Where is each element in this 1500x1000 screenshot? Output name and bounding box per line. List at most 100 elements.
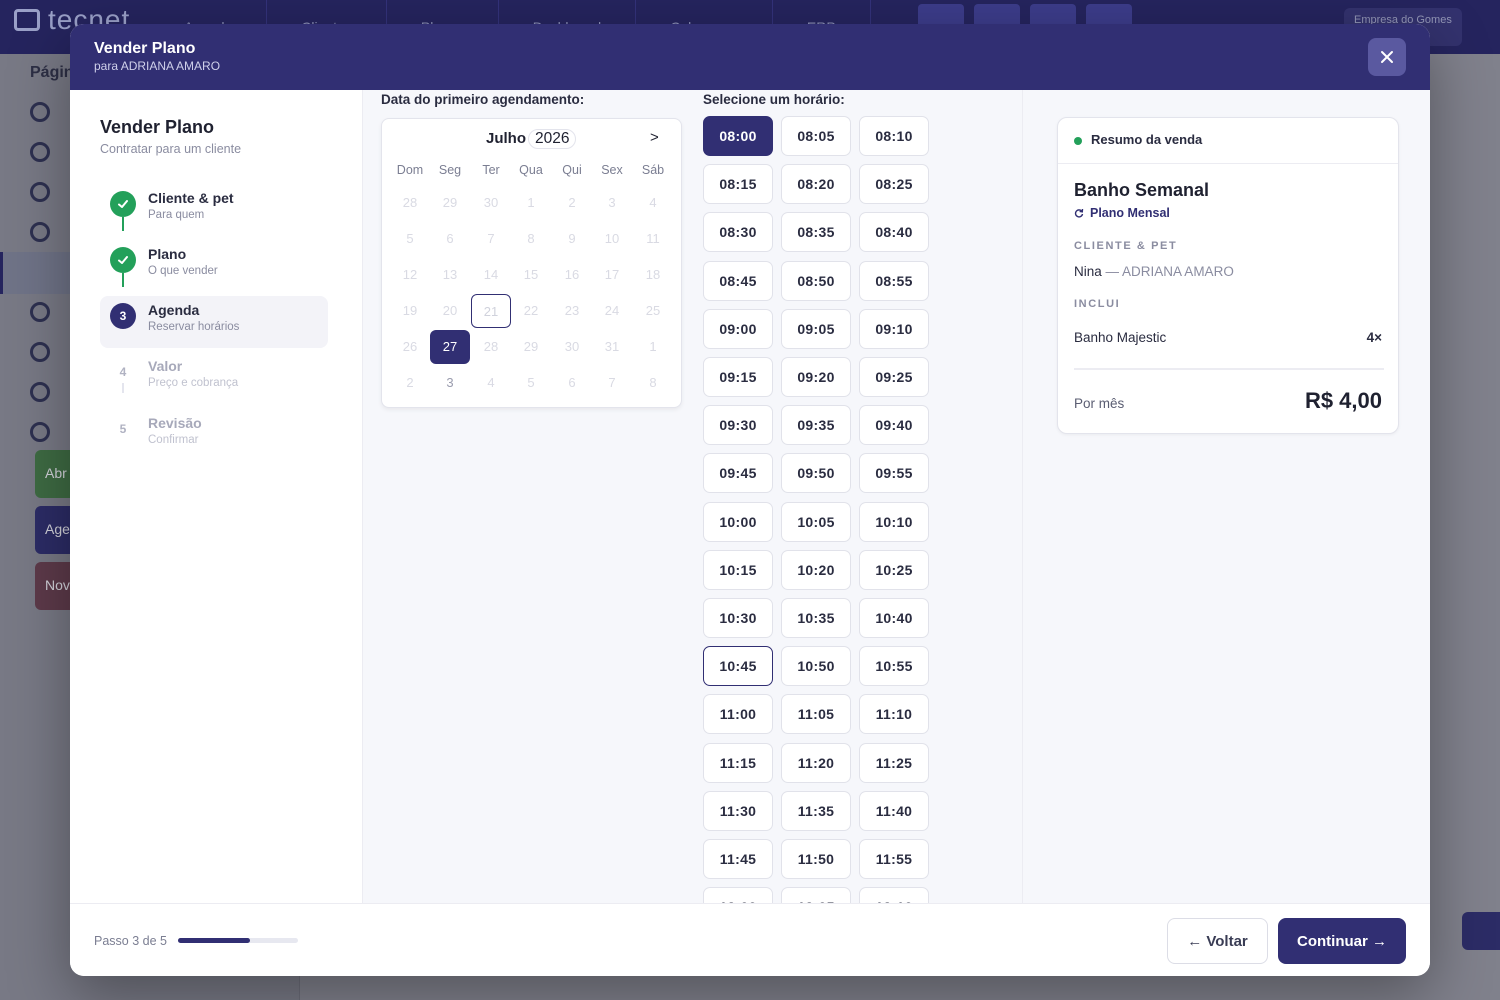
time-slot-button[interactable]: 11:40 [859, 790, 929, 831]
continue-button[interactable]: Continuar → [1278, 918, 1406, 964]
time-slot-button[interactable]: 10:05 [781, 501, 851, 542]
calendar-day[interactable]: 9 [552, 222, 592, 256]
calendar-day[interactable]: 3 [430, 366, 470, 400]
calendar-day[interactable]: 16 [552, 258, 592, 292]
time-slot-button[interactable]: 08:10 [859, 116, 929, 156]
time-slot-button[interactable]: 10:30 [703, 598, 773, 638]
step-plano[interactable]: Plano O que vender [100, 240, 328, 292]
step-cliente-pet[interactable]: Cliente & pet Para quem [100, 184, 328, 236]
time-slot-button[interactable]: 12:05 [781, 887, 851, 903]
time-slot-button[interactable]: 10:10 [859, 501, 929, 542]
calendar-day[interactable]: 3 [592, 186, 632, 220]
calendar-day[interactable]: 28 [390, 186, 430, 220]
time-slot-button[interactable]: 10:25 [859, 549, 929, 590]
back-button[interactable]: ← Voltar [1167, 918, 1268, 964]
time-slot-button[interactable]: 10:55 [859, 646, 929, 687]
time-slot-button[interactable]: 09:20 [781, 357, 851, 397]
calendar-day[interactable]: 7 [592, 366, 632, 400]
calendar-year-input[interactable]: 2026 [528, 129, 577, 149]
calendar-day[interactable]: 4 [471, 366, 511, 400]
time-slot-button[interactable]: 09:35 [781, 405, 851, 446]
time-slot-button[interactable]: 09:25 [859, 357, 929, 397]
time-slot-button[interactable]: 09:40 [859, 405, 929, 446]
time-slot-button[interactable]: 09:10 [859, 308, 929, 349]
calendar-day[interactable]: 28 [471, 330, 511, 364]
time-slot-button[interactable]: 10:20 [781, 549, 851, 590]
time-slot-button[interactable]: 08:50 [781, 260, 851, 301]
time-slot-button[interactable]: 10:00 [703, 501, 773, 542]
time-slot-button[interactable]: 09:30 [703, 405, 773, 446]
calendar-day[interactable]: 8 [511, 222, 551, 256]
time-slot-button[interactable]: 08:55 [859, 260, 929, 301]
time-slot-button[interactable]: 08:15 [703, 164, 773, 205]
time-slot-button[interactable]: 08:40 [859, 212, 929, 253]
time-slot-button[interactable]: 10:15 [703, 549, 773, 590]
close-button[interactable] [1368, 38, 1406, 76]
time-slot-button[interactable]: 11:50 [781, 839, 851, 879]
time-slot-button[interactable]: 12:10 [859, 887, 929, 903]
calendar-day[interactable]: 18 [633, 258, 673, 292]
time-slot-button[interactable]: 11:35 [781, 790, 851, 831]
time-slot-button[interactable]: 10:50 [781, 646, 851, 687]
calendar-day[interactable]: 26 [390, 330, 430, 364]
time-slot-button[interactable]: 11:30 [703, 790, 773, 831]
sidebar-row-icon[interactable] [30, 182, 60, 204]
time-slot-button[interactable]: 11:45 [703, 839, 773, 879]
calendar-day[interactable]: 4 [633, 186, 673, 220]
sidebar-row-icon[interactable] [30, 302, 60, 324]
time-slot-button[interactable]: 09:00 [703, 308, 773, 349]
calendar-day[interactable]: 30 [471, 186, 511, 220]
time-slot-button[interactable]: 11:05 [781, 694, 851, 735]
step-agenda[interactable]: 3 Agenda Reservar horários [100, 296, 328, 348]
calendar-day[interactable]: 29 [511, 330, 551, 364]
calendar-day[interactable]: 6 [552, 366, 592, 400]
calendar-day[interactable]: 12 [390, 258, 430, 292]
time-slot-button[interactable]: 08:00 [703, 116, 773, 156]
calendar-day[interactable]: 25 [633, 294, 673, 328]
calendar-day[interactable]: 11 [633, 222, 673, 256]
calendar-day[interactable]: 24 [592, 294, 632, 328]
time-slot-button[interactable]: 08:25 [859, 164, 929, 205]
time-slot-button[interactable]: 09:55 [859, 453, 929, 494]
calendar-day[interactable]: 10 [592, 222, 632, 256]
calendar-day[interactable]: 6 [430, 222, 470, 256]
next-month-button[interactable]: > [650, 129, 659, 146]
time-slot-button[interactable]: 08:20 [781, 164, 851, 205]
calendar-day[interactable]: 5 [511, 366, 551, 400]
help-icon[interactable] [1462, 912, 1500, 950]
calendar-day[interactable]: 17 [592, 258, 632, 292]
time-slot-button[interactable]: 10:45 [703, 646, 773, 687]
calendar-day[interactable]: 13 [430, 258, 470, 292]
calendar-day[interactable]: 21 [471, 294, 511, 328]
calendar-day[interactable]: 19 [390, 294, 430, 328]
calendar-day[interactable]: 1 [511, 186, 551, 220]
calendar-day[interactable]: 2 [552, 186, 592, 220]
time-slot-button[interactable]: 09:05 [781, 308, 851, 349]
calendar-day[interactable]: 1 [633, 330, 673, 364]
calendar-day[interactable]: 29 [430, 186, 470, 220]
time-slot-button[interactable]: 11:15 [703, 742, 773, 783]
calendar-day[interactable]: 2 [390, 366, 430, 400]
sidebar-row-icon[interactable] [30, 382, 60, 404]
time-slot-button[interactable]: 08:35 [781, 212, 851, 253]
calendar-day[interactable]: 27 [430, 330, 470, 364]
calendar-day[interactable]: 31 [592, 330, 632, 364]
sidebar-row-icon[interactable] [30, 102, 60, 124]
calendar-day[interactable]: 5 [390, 222, 430, 256]
time-slot-button[interactable]: 09:50 [781, 453, 851, 494]
calendar-day[interactable]: 14 [471, 258, 511, 292]
sidebar-row-icon[interactable] [30, 422, 60, 444]
time-slot-button[interactable]: 11:55 [859, 839, 929, 879]
calendar-day[interactable]: 22 [511, 294, 551, 328]
sidebar-row-icon[interactable] [30, 222, 60, 244]
time-slot-button[interactable]: 11:00 [703, 694, 773, 735]
time-slot-button[interactable]: 10:35 [781, 598, 851, 638]
calendar-day[interactable]: 8 [633, 366, 673, 400]
time-slot-button[interactable]: 10:40 [859, 598, 929, 638]
calendar-day[interactable]: 7 [471, 222, 511, 256]
time-slot-button[interactable]: 11:25 [859, 742, 929, 783]
calendar-day[interactable]: 15 [511, 258, 551, 292]
calendar-day[interactable]: 20 [430, 294, 470, 328]
calendar-day[interactable]: 23 [552, 294, 592, 328]
time-slot-button[interactable]: 11:10 [859, 694, 929, 735]
